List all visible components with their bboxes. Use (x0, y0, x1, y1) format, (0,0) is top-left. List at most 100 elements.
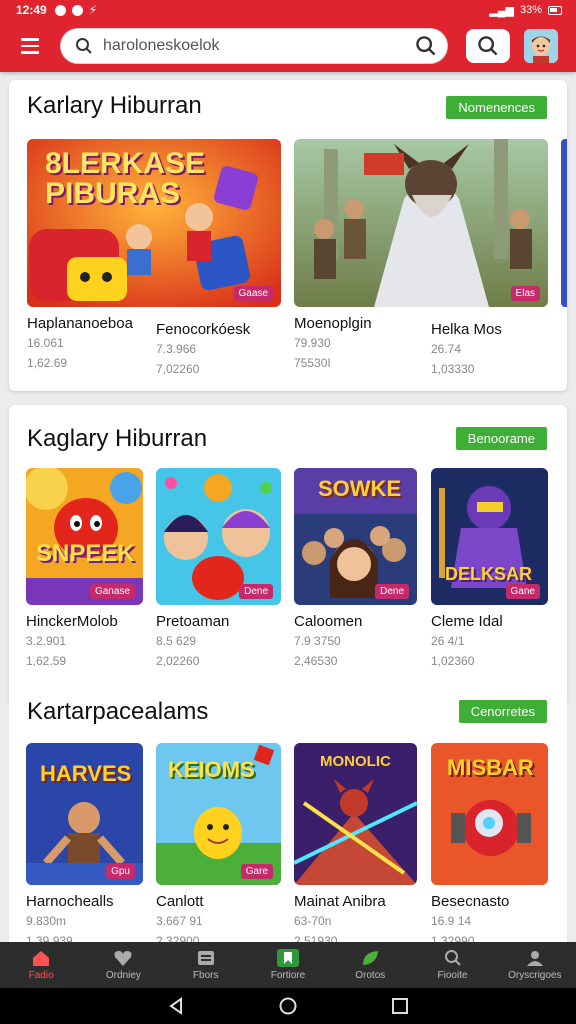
game-name: Fenocorkóesk (156, 321, 251, 338)
person-icon (524, 949, 546, 967)
section-title: Karlary Hiburran (27, 92, 202, 119)
search-icon (478, 36, 498, 56)
nav-item-fiooite[interactable]: Fiooite (411, 942, 493, 988)
notification-icon (54, 4, 66, 16)
game-banner-text: SOWKE (318, 476, 402, 501)
section-title: Kartarpacealams (27, 698, 209, 725)
battery-icon (548, 5, 562, 15)
search-icon (442, 949, 464, 967)
game-banner-text: HARVES (40, 761, 132, 786)
bottom-navigation: Fadio Ordniey Fbors Fortiore Orotos Fioo… (0, 942, 576, 988)
game-meta: 26.74 (431, 342, 462, 356)
avatar[interactable] (524, 29, 558, 63)
game-thumbnail: MONOLIC (294, 743, 417, 885)
section-more-button[interactable]: Cenorretes (458, 700, 547, 723)
game-card[interactable]: HARVES Gpu Harnochealls 9.830m 1,39.939 (26, 743, 143, 948)
game-card[interactable]: Fenocorkóesk 7.3.966 7,02260 (156, 313, 276, 376)
game-name: Helka Mos (431, 321, 502, 338)
game-thumbnail: SOWKE Dene (294, 468, 417, 605)
battery-percent: 33% (519, 4, 542, 16)
section-more-button[interactable]: Nomenences (446, 96, 547, 119)
game-banner-text: KEIOMS (168, 757, 255, 782)
game-meta: 63-70n (294, 914, 332, 928)
game-meta: 1,02360 (431, 654, 475, 668)
nav-item-ordniey[interactable]: Ordniey (82, 942, 164, 988)
section-kaglary-hiburran: Kaglary Hiburran Benoorame SNPEEK Ganase… (9, 405, 567, 705)
game-meta: 7.3.966 (156, 342, 197, 356)
game-card[interactable]: KEIOMS Gare Canlott 3.667 91 2,32900 (156, 743, 281, 948)
heart-icon (112, 949, 134, 967)
game-name: HinckerMolob (26, 613, 118, 630)
game-meta: 1,03330 (431, 362, 475, 376)
nav-item-orotos[interactable]: Orotos (329, 942, 411, 988)
nav-item-label: Fbors (192, 970, 219, 981)
menu-button[interactable] (12, 28, 48, 64)
game-card[interactable]: Dene Pretoaman 8.5 629 2,02260 (156, 468, 281, 668)
game-name: Mainat Anibra (294, 893, 386, 910)
nav-item-oryscrigoes[interactable]: Oryscrigoes (494, 942, 576, 988)
game-name: Canlott (156, 893, 204, 910)
game-card[interactable]: SOWKE Dene Caloomen 7.9 3750 2,46530 (294, 468, 417, 668)
game-thumbnail: MISBAR (431, 743, 548, 885)
hamburger-icon (21, 38, 39, 41)
game-card[interactable]: MONOLIC Mainat Anibra 63-70n 2,51930 (294, 743, 417, 948)
search-button[interactable] (466, 29, 510, 63)
app-bar: haroloneskoelok (0, 20, 576, 72)
game-thumbnail: DELKSAR Gane (431, 468, 548, 605)
home-icon (30, 949, 52, 967)
nav-item-fadio[interactable]: Fadio (0, 942, 82, 988)
game-meta: 9.830m (26, 914, 67, 928)
game-banner-text: SNPEEK (36, 540, 135, 567)
home-circle-icon[interactable] (279, 997, 297, 1015)
nav-item-label: Ordniey (105, 970, 141, 981)
game-card[interactable]: MISBAR Besecnasto 16.9 14 1,32990 (431, 743, 548, 948)
game-thumbnail: 8LERKASE PIBURAS Gaase (27, 139, 281, 307)
game-card[interactable]: SNPEEK Ganase HinckerMolob 3.2.901 1,62.… (26, 468, 143, 668)
game-thumbnail: HARVES Gpu (26, 743, 143, 885)
nav-item-label: Fortiore (270, 970, 306, 981)
game-badge: Gare (240, 864, 273, 879)
game-name: Cleme Idal (431, 613, 503, 630)
list-icon (195, 949, 217, 967)
recents-icon[interactable] (391, 997, 409, 1015)
game-thumbnail: KEIOMS Gare (156, 743, 281, 885)
nav-item-label: Oryscrigoes (508, 970, 562, 981)
avatar-icon (524, 29, 558, 63)
game-meta: 7,02260 (156, 362, 200, 376)
game-meta: 2,02260 (156, 654, 200, 668)
game-banner-text: MISBAR (447, 755, 534, 780)
search-icon[interactable] (415, 35, 437, 57)
nav-item-fbors[interactable]: Fbors (165, 942, 247, 988)
game-meta: 26 4/1 (431, 634, 465, 648)
game-badge: Dene (239, 584, 273, 599)
nav-item-label: Fadio (28, 970, 54, 981)
game-meta: 3.667 91 (156, 914, 203, 928)
search-icon (76, 38, 92, 54)
game-meta: 7.9 3750 (294, 634, 341, 648)
system-navigation (0, 988, 576, 1024)
game-meta: 16.9 14 (431, 914, 472, 928)
game-badge: Gane (505, 584, 540, 599)
game-card[interactable]: Helka Mos 26.74 1,03330 (431, 313, 541, 376)
game-thumbnail: Elas (294, 139, 548, 307)
notification-icon (71, 4, 83, 16)
status-time: 12:49 (16, 3, 47, 17)
game-card[interactable]: DELKSAR Gane Cleme Idal 26 4/1 1,02360 (431, 468, 548, 668)
section-more-button[interactable]: Benoorame (455, 427, 547, 450)
bookmark-icon (276, 949, 299, 967)
game-banner-text: 8LERKASE PIBURAS (45, 147, 206, 210)
game-banner-text: MONOLIC (320, 753, 391, 770)
search-bar[interactable]: haroloneskoelok (60, 28, 448, 64)
game-badge: Elas (510, 286, 540, 301)
game-thumbnail: Dene (156, 468, 281, 605)
back-icon[interactable] (167, 997, 185, 1015)
game-name: Pretoaman (156, 613, 230, 630)
game-badge: Dene (375, 584, 409, 599)
search-input[interactable]: haroloneskoelok (93, 37, 415, 55)
game-badge: Gpu (106, 864, 135, 879)
nav-item-label: Orotos (355, 970, 386, 981)
game-banner-text: DELKSAR (445, 564, 533, 584)
nav-item-fortiore[interactable]: Fortiore (247, 942, 329, 988)
game-meta: 3.2.901 (26, 634, 67, 648)
section-title: Kaglary Hiburran (27, 425, 208, 452)
